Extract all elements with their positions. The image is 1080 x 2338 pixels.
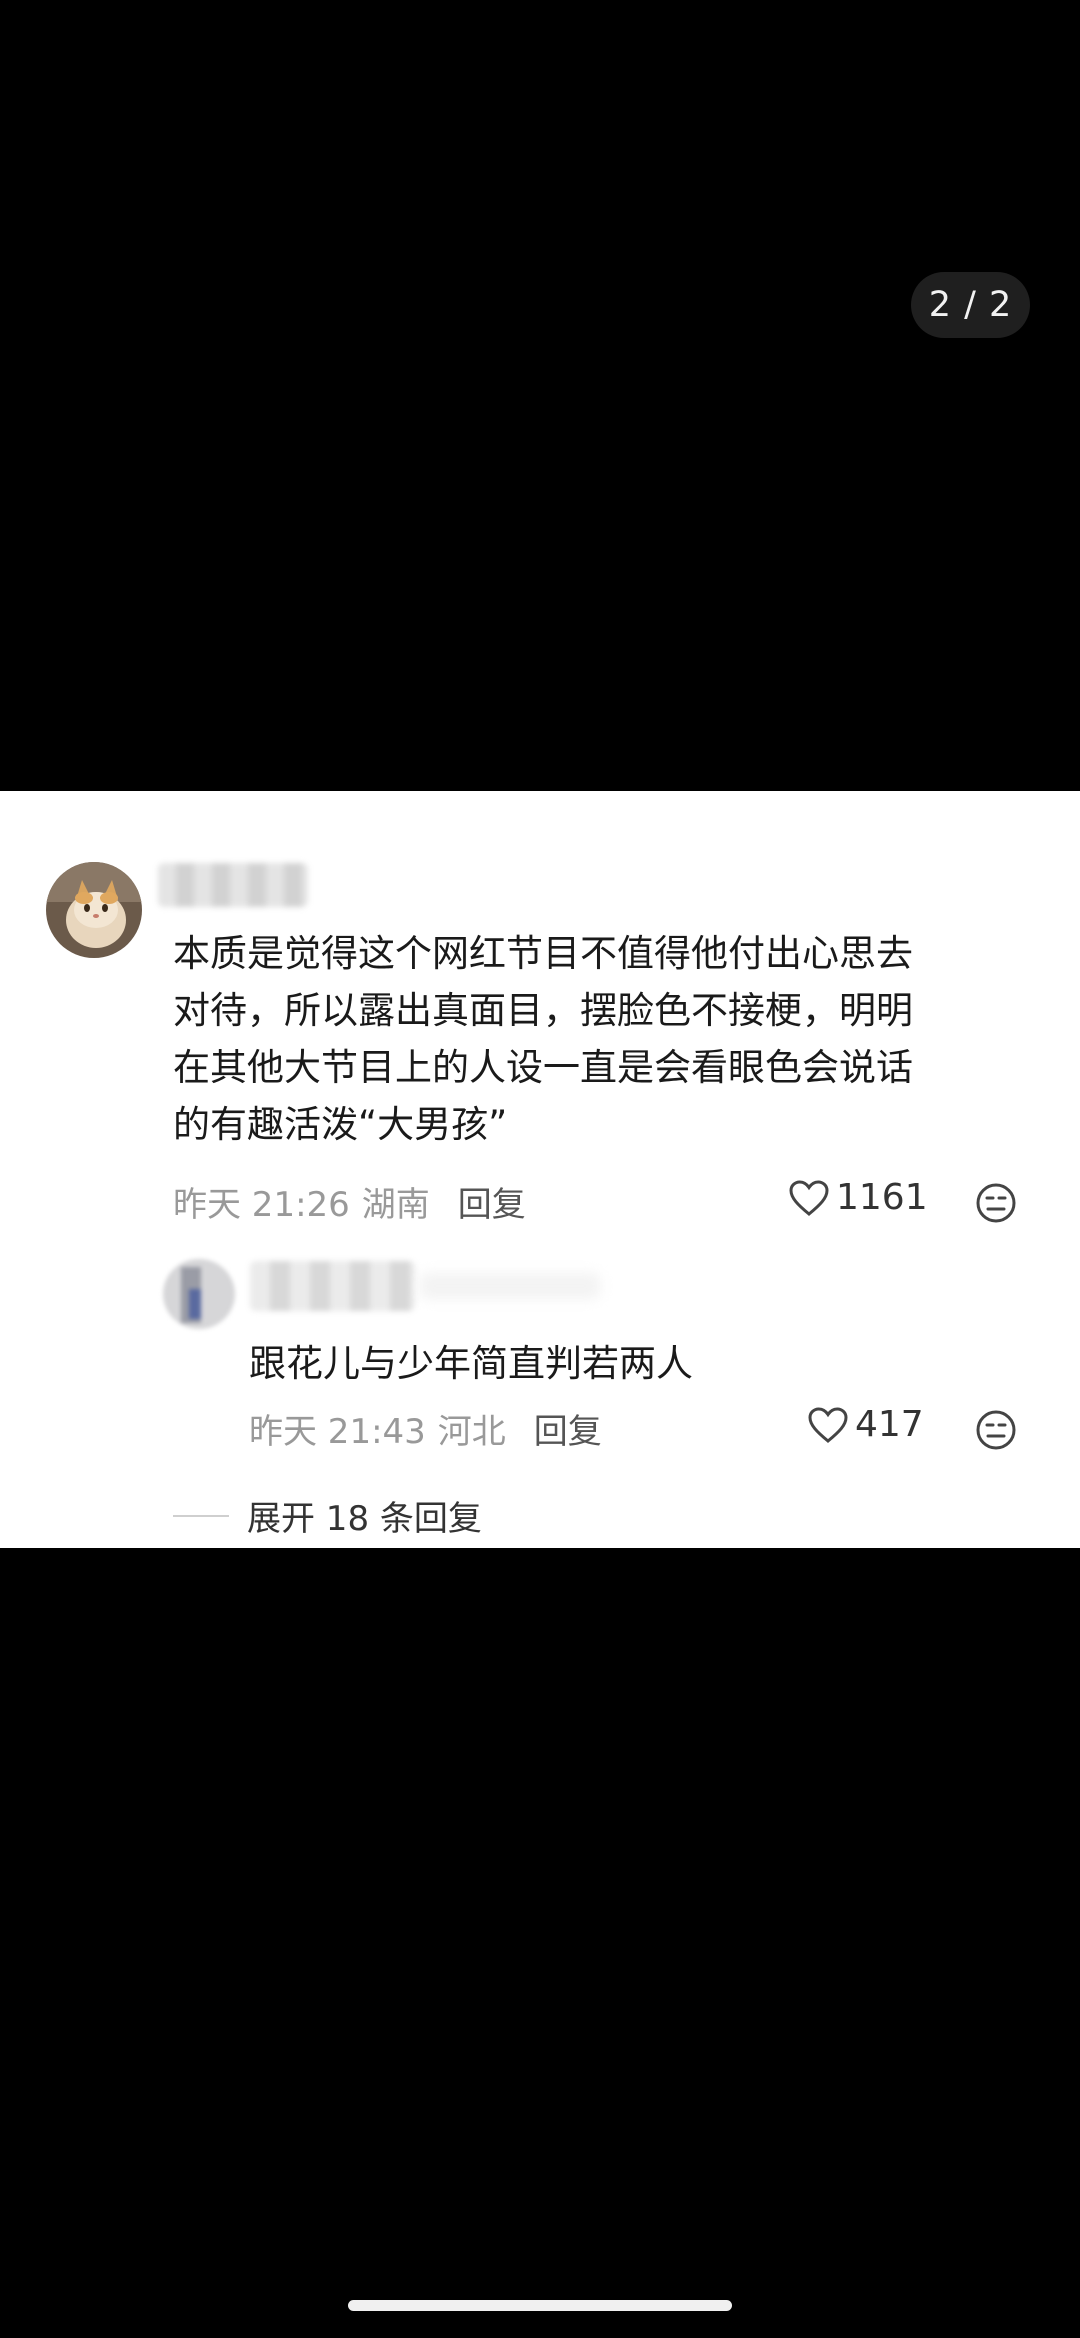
commenter-avatar[interactable] [46,862,142,958]
heart-outline-icon [808,1406,848,1443]
reply-location: 河北 [437,1412,506,1452]
replier-name-redacted-tail [420,1273,600,1299]
comment-line: 在其他大节目上的人设一直是会看眼色会说话 [173,1046,913,1089]
reply-time: 昨天 21:43 [249,1412,426,1452]
replier-avatar[interactable] [163,1259,235,1329]
comment-time: 昨天 21:26 [173,1185,350,1225]
comment-card: 本质是觉得这个网红节目不值得他付出心思去 对待，所以露出真面目，摆脸色不接梗，明… [0,791,1080,1548]
reply-body: 跟花儿与少年简直判若两人 [249,1342,693,1385]
comment-like-count: 1161 [836,1177,928,1218]
comment-line: 本质是觉得这个网红节目不值得他付出心思去 [173,932,913,975]
reply-like-button[interactable]: 417 [807,1404,924,1445]
expand-replies-label: 展开 18 条回复 [247,1499,482,1539]
commenter-name-redacted[interactable] [158,863,308,907]
comment-reply-button[interactable]: 回复 [458,1177,526,1226]
expand-replies-button[interactable]: 展开 18 条回复 [173,1491,482,1540]
comment-line: 对待，所以露出真面目，摆脸色不接梗，明明 [173,989,913,1032]
replier-name-redacted[interactable] [250,1261,415,1311]
reply-like-count: 417 [855,1404,924,1445]
reply-reply-button[interactable]: 回复 [534,1404,602,1453]
heart-outline-icon [789,1179,829,1216]
neutral-face-icon[interactable] [974,1408,1018,1452]
comment-line: 的有趣活泼“大男孩” [173,1103,508,1146]
home-indicator[interactable] [348,2300,732,2311]
page-indicator: 2 / 2 [911,272,1030,338]
comment-like-button[interactable]: 1161 [788,1177,928,1218]
comment-location: 湖南 [361,1185,430,1225]
neutral-face-icon[interactable] [974,1181,1018,1225]
expand-divider [173,1514,229,1517]
comment-meta: 昨天 21:26 湖南 回复 [173,1177,526,1226]
reply-meta: 昨天 21:43 河北 回复 [249,1404,602,1453]
comment-body: 本质是觉得这个网红节目不值得他付出心思去 对待，所以露出真面目，摆脸色不接梗，明… [173,925,1033,1153]
